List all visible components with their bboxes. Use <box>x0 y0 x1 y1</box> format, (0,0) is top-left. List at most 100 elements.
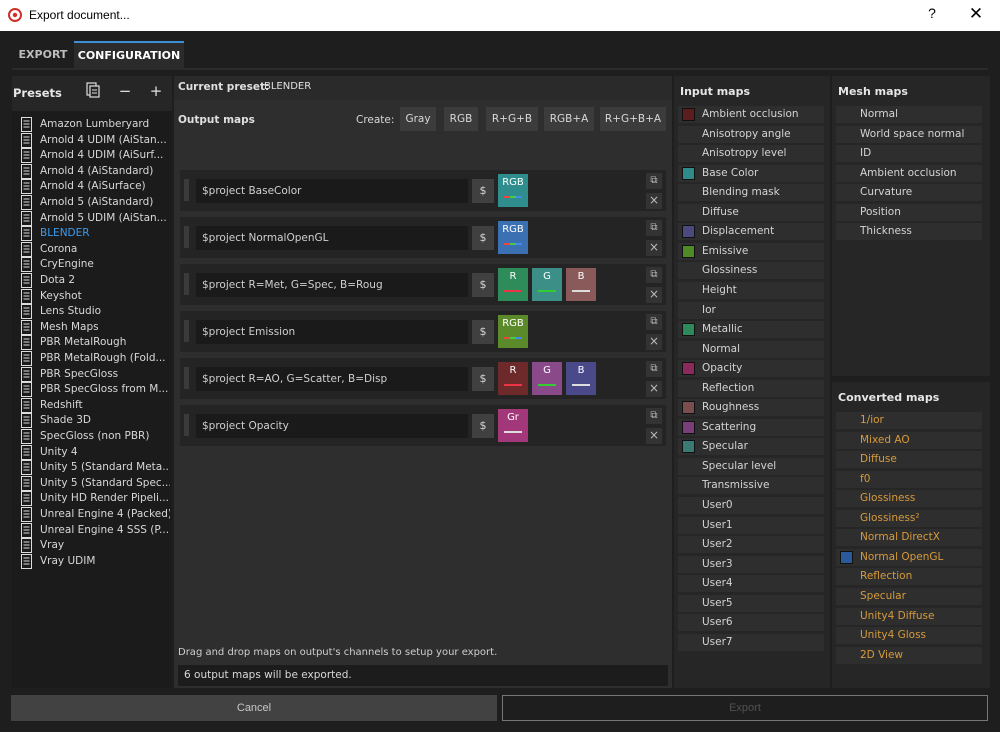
output-map-name-field[interactable]: $project Opacity <box>196 414 468 438</box>
channel-slot[interactable]: B <box>566 268 596 301</box>
tab-export[interactable]: EXPORT <box>12 41 74 68</box>
output-map-name-field[interactable]: $project BaseColor <box>196 179 468 203</box>
variable-button[interactable]: $ <box>472 273 494 297</box>
preset-item[interactable]: Shade 3D <box>18 413 172 429</box>
preset-item[interactable]: Unity 4 <box>18 444 172 460</box>
converted-maps-item[interactable]: Reflection <box>836 568 982 586</box>
create-rgb-button[interactable]: RGB <box>444 107 478 131</box>
preset-item[interactable]: SpecGloss (non PBR) <box>18 429 172 444</box>
preset-item[interactable]: Amazon Lumberyard <box>18 117 172 132</box>
add-preset-button[interactable]: + <box>147 82 165 100</box>
input-maps-item[interactable]: User3 <box>678 555 824 573</box>
channel-slot[interactable]: G <box>532 268 562 301</box>
channel-slot[interactable]: R <box>498 268 528 301</box>
delete-icon[interactable]: × <box>646 193 662 209</box>
duplicate-icon[interactable]: ⧉ <box>646 267 662 283</box>
preset-item[interactable]: Lens Studio <box>18 304 172 320</box>
input-maps-item[interactable]: Glossiness <box>678 262 824 280</box>
preset-item[interactable]: Arnold 5 (AiStandard) <box>18 195 172 210</box>
drag-handle[interactable] <box>184 414 189 436</box>
delete-icon[interactable]: × <box>646 428 662 444</box>
preset-item[interactable]: Redshift <box>18 397 172 413</box>
preset-item[interactable]: Unreal Engine 4 (Packed) <box>18 507 172 522</box>
converted-maps-item[interactable]: Glossiness² <box>836 509 982 527</box>
mesh-maps-item[interactable]: Normal <box>836 106 982 123</box>
preset-item[interactable]: Unity 5 (Standard Spec... <box>18 475 172 491</box>
create-rgb-a-button[interactable]: RGB+A <box>544 107 594 131</box>
input-maps-item[interactable]: Normal <box>678 340 824 358</box>
channel-slot[interactable]: Gr <box>498 409 528 442</box>
input-maps-item[interactable]: Anisotropy level <box>678 145 824 163</box>
converted-maps-item[interactable]: Diffuse <box>836 451 982 469</box>
export-preset-icon[interactable] <box>84 82 102 100</box>
input-maps-item[interactable]: User1 <box>678 516 824 534</box>
output-map-name-field[interactable]: $project NormalOpenGL <box>196 226 468 250</box>
input-maps-item[interactable]: Opacity <box>678 360 824 378</box>
converted-maps-item[interactable]: Normal OpenGL <box>836 548 982 566</box>
drag-handle[interactable] <box>184 226 189 248</box>
variable-button[interactable]: $ <box>472 367 494 391</box>
variable-button[interactable]: $ <box>472 320 494 344</box>
drag-handle[interactable] <box>184 367 189 389</box>
preset-item[interactable]: CryEngine <box>18 257 172 273</box>
input-maps-item[interactable]: Scattering <box>678 418 824 436</box>
input-maps-item[interactable]: Specular level <box>678 457 824 475</box>
preset-item[interactable]: Arnold 4 UDIM (AiStan... <box>18 132 172 148</box>
preset-item[interactable]: Corona <box>18 241 172 257</box>
preset-item[interactable]: Unity HD Render Pipeli... <box>18 491 172 507</box>
mesh-maps-item[interactable]: World space normal <box>836 125 982 143</box>
channel-slot[interactable]: RGB <box>498 221 528 254</box>
duplicate-icon[interactable]: ⧉ <box>646 314 662 330</box>
input-maps-item[interactable]: User4 <box>678 575 824 593</box>
variable-button[interactable]: $ <box>472 179 494 203</box>
channel-slot[interactable]: G <box>532 362 562 395</box>
mesh-maps-item[interactable]: Curvature <box>836 184 982 202</box>
preset-item[interactable]: Arnold 5 UDIM (AiStan... <box>18 210 172 226</box>
drag-handle[interactable] <box>184 179 189 201</box>
delete-icon[interactable]: × <box>646 334 662 350</box>
input-maps-item[interactable]: Emissive <box>678 242 824 260</box>
preset-item[interactable]: PBR MetalRough <box>18 335 172 351</box>
variable-button[interactable]: $ <box>472 414 494 438</box>
create-r-g-b-button[interactable]: R+G+B <box>486 107 538 131</box>
channel-slot[interactable]: RGB <box>498 315 528 348</box>
create-r-g-b-a-button[interactable]: R+G+B+A <box>600 107 666 131</box>
mesh-maps-item[interactable]: Ambient occlusion <box>836 164 982 182</box>
input-maps-item[interactable]: User0 <box>678 497 824 514</box>
help-button[interactable]: ? <box>922 5 942 25</box>
duplicate-icon[interactable]: ⧉ <box>646 173 662 189</box>
output-map-name-field[interactable]: $project R=Met, G=Spec, B=Roug <box>196 273 468 297</box>
input-maps-item[interactable]: Ambient occlusion <box>678 106 824 123</box>
converted-maps-item[interactable]: Specular <box>836 587 982 605</box>
duplicate-icon[interactable]: ⧉ <box>646 408 662 424</box>
input-maps-item[interactable]: Diffuse <box>678 203 824 221</box>
create-gray-button[interactable]: Gray <box>400 107 436 131</box>
channel-slot[interactable]: B <box>566 362 596 395</box>
input-maps-item[interactable]: Reflection <box>678 379 824 397</box>
input-maps-item[interactable]: User6 <box>678 614 824 632</box>
variable-button[interactable]: $ <box>472 226 494 250</box>
delete-icon[interactable]: × <box>646 240 662 256</box>
remove-preset-button[interactable]: − <box>116 82 134 100</box>
preset-item[interactable]: Vray UDIM <box>18 553 172 569</box>
cancel-button[interactable]: Cancel <box>11 695 497 721</box>
preset-item[interactable]: Dota 2 <box>18 273 172 288</box>
preset-item[interactable]: Keyshot <box>18 288 172 304</box>
input-maps-item[interactable]: User2 <box>678 536 824 554</box>
preset-item[interactable]: Unity 5 (Standard Meta... <box>18 460 172 476</box>
preset-item[interactable]: Mesh Maps <box>18 319 172 335</box>
mesh-maps-item[interactable]: Thickness <box>836 223 982 241</box>
converted-maps-item[interactable]: f0 <box>836 470 982 488</box>
preset-item[interactable]: Vray <box>18 538 172 554</box>
input-maps-item[interactable]: User7 <box>678 633 824 651</box>
duplicate-icon[interactable]: ⧉ <box>646 220 662 236</box>
preset-item[interactable]: PBR SpecGloss from M... <box>18 382 172 398</box>
converted-maps-item[interactable]: Glossiness <box>836 490 982 508</box>
output-map-name-field[interactable]: $project R=AO, G=Scatter, B=Disp <box>196 367 468 391</box>
delete-icon[interactable]: × <box>646 287 662 303</box>
close-button[interactable]: ✕ <box>966 4 986 24</box>
converted-maps-item[interactable]: 1/ior <box>836 412 982 429</box>
preset-item[interactable]: Arnold 4 (AiStandard) <box>18 163 172 179</box>
drag-handle[interactable] <box>184 273 189 295</box>
preset-item[interactable]: PBR SpecGloss <box>18 366 172 382</box>
